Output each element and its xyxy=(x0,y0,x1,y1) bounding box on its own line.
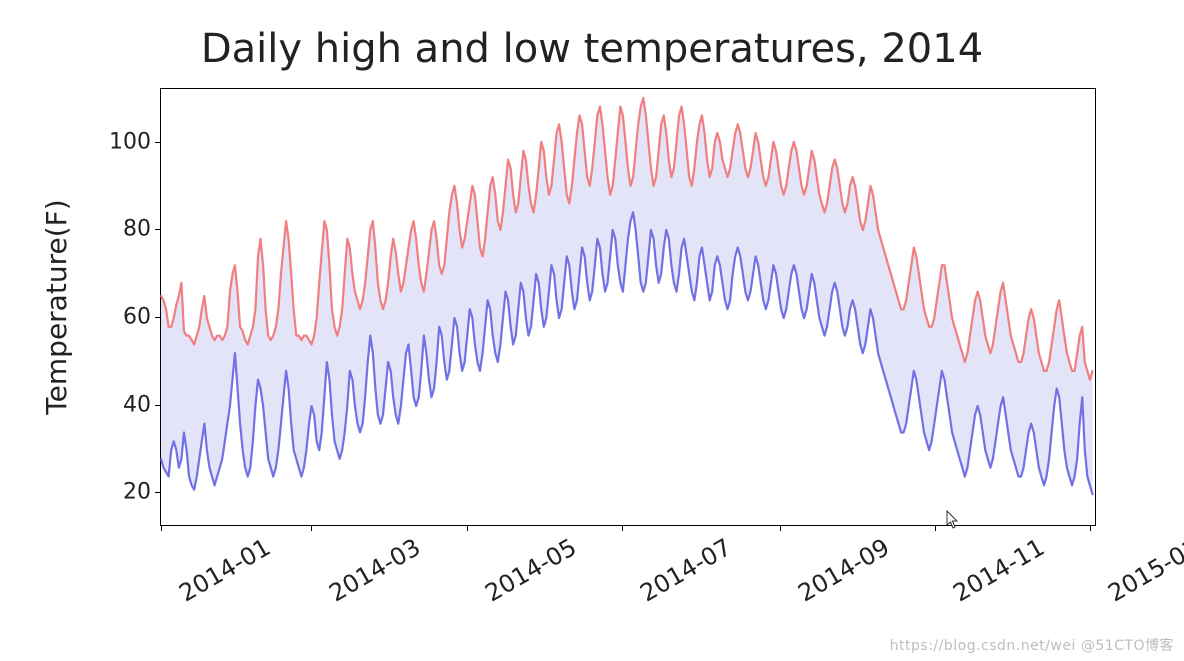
y-tick-mark xyxy=(155,317,161,318)
x-tick-mark xyxy=(780,525,781,531)
y-tick-label: 60 xyxy=(123,304,151,329)
y-tick-mark xyxy=(155,142,161,143)
watermark-text: https://blog.csdn.net/wei @51CTO博客 xyxy=(890,635,1174,655)
x-tick-mark xyxy=(935,525,936,531)
x-tick-label: 2014-01 xyxy=(174,533,275,607)
y-tick-mark xyxy=(155,492,161,493)
y-tick-label: 20 xyxy=(123,480,151,505)
x-tick-mark xyxy=(1090,525,1091,531)
y-axis-label: Temperature(F) xyxy=(40,88,70,526)
x-tick-label: 2014-05 xyxy=(480,533,581,607)
x-tick-label: 2014-03 xyxy=(325,533,426,607)
chart-title: Daily high and low temperatures, 2014 xyxy=(0,26,1184,72)
x-tick-mark xyxy=(467,525,468,531)
y-tick-mark xyxy=(155,405,161,406)
x-tick-mark xyxy=(622,525,623,531)
figure: Daily high and low temperatures, 2014 Te… xyxy=(0,0,1184,661)
y-tick-label: 100 xyxy=(109,129,151,154)
x-tick-label: 2014-11 xyxy=(949,533,1050,607)
chart-svg xyxy=(161,89,1095,525)
x-tick-label: 2014-07 xyxy=(635,533,736,607)
y-tick-mark xyxy=(155,229,161,230)
x-tick-mark xyxy=(161,525,162,531)
x-tick-mark xyxy=(311,525,312,531)
y-tick-label: 40 xyxy=(123,392,151,417)
plot-area: 204060801002014-012014-032014-052014-072… xyxy=(160,88,1096,526)
x-tick-label: 2015-01 xyxy=(1104,533,1184,607)
y-tick-label: 80 xyxy=(123,217,151,242)
x-tick-label: 2014-09 xyxy=(793,533,894,607)
